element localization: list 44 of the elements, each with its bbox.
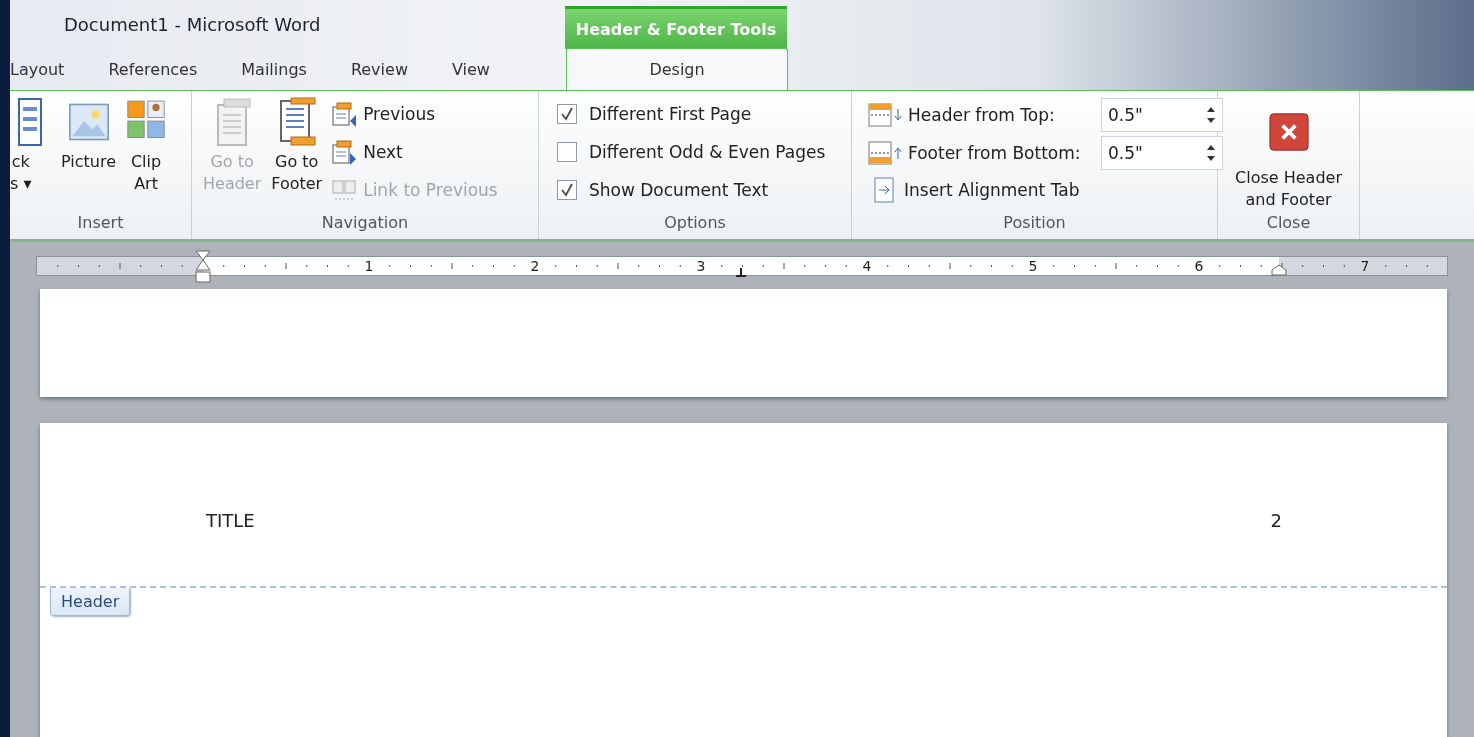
previous-icon bbox=[331, 101, 358, 127]
field-label: Header from Top: bbox=[908, 105, 1056, 125]
header-text: TITLE bbox=[206, 510, 255, 531]
ruler-number: 2 bbox=[530, 256, 540, 275]
ruler-number: 6 bbox=[1194, 256, 1204, 275]
ribbon-button[interactable]: Clip Art bbox=[121, 97, 172, 213]
margin-icon bbox=[868, 141, 902, 165]
link-icon bbox=[331, 177, 358, 203]
margin-icon bbox=[868, 103, 902, 127]
field-label: Footer from Bottom: bbox=[908, 143, 1082, 163]
ruler-number: 5 bbox=[1028, 256, 1038, 275]
ribbon-tab[interactable]: References bbox=[108, 48, 198, 90]
ribbon-button[interactable]: Next bbox=[331, 137, 498, 167]
header-tag: Header bbox=[50, 588, 131, 616]
checkbox[interactable]: Different Odd & Even Pages bbox=[549, 137, 826, 167]
next-icon bbox=[331, 139, 358, 165]
ribbon-button[interactable]: Picture bbox=[56, 97, 122, 213]
ruler-number: 3 bbox=[696, 256, 706, 275]
close-button[interactable]: Close Header and Footer bbox=[1230, 97, 1347, 213]
tab-stop-icon bbox=[735, 266, 747, 277]
spin-field[interactable]: 0.5" bbox=[1101, 136, 1223, 170]
ribbon-tab[interactable]: Layout bbox=[10, 48, 65, 90]
ribbon-button[interactable]: Go to Footer bbox=[266, 97, 328, 213]
ribbon-tab[interactable]: Review bbox=[350, 48, 408, 90]
group-label: Insert bbox=[76, 213, 125, 234]
contextual-tab-title: Header & Footer Tools bbox=[565, 6, 787, 49]
ribbon-tab[interactable]: Design bbox=[566, 48, 788, 90]
group-label: Close bbox=[1265, 213, 1312, 234]
window-title: Document1 - Microsoft Word bbox=[64, 13, 321, 35]
ribbon-tab[interactable]: Mailings bbox=[241, 48, 307, 90]
ribbon-tab[interactable]: View bbox=[451, 48, 490, 90]
checkbox[interactable]: Show Document Text bbox=[549, 175, 826, 205]
ribbon-button[interactable]: Insert Alignment Tab bbox=[862, 175, 1223, 205]
ruler-number: 1 bbox=[364, 256, 374, 275]
group-label: Navigation bbox=[320, 213, 410, 234]
spin-field[interactable]: 0.5" bbox=[1101, 98, 1223, 132]
ruler-number: 4 bbox=[862, 256, 872, 275]
page-number: 2 bbox=[1270, 510, 1282, 531]
group-label: Position bbox=[1002, 213, 1067, 234]
checkbox[interactable]: Different First Page bbox=[549, 99, 826, 129]
ribbon-button[interactable]: ck s ▾ bbox=[10, 97, 56, 213]
group-label: Options bbox=[663, 213, 727, 234]
ruler-number: 7 bbox=[1360, 256, 1370, 275]
ribbon-button[interactable]: Previous bbox=[331, 99, 498, 129]
